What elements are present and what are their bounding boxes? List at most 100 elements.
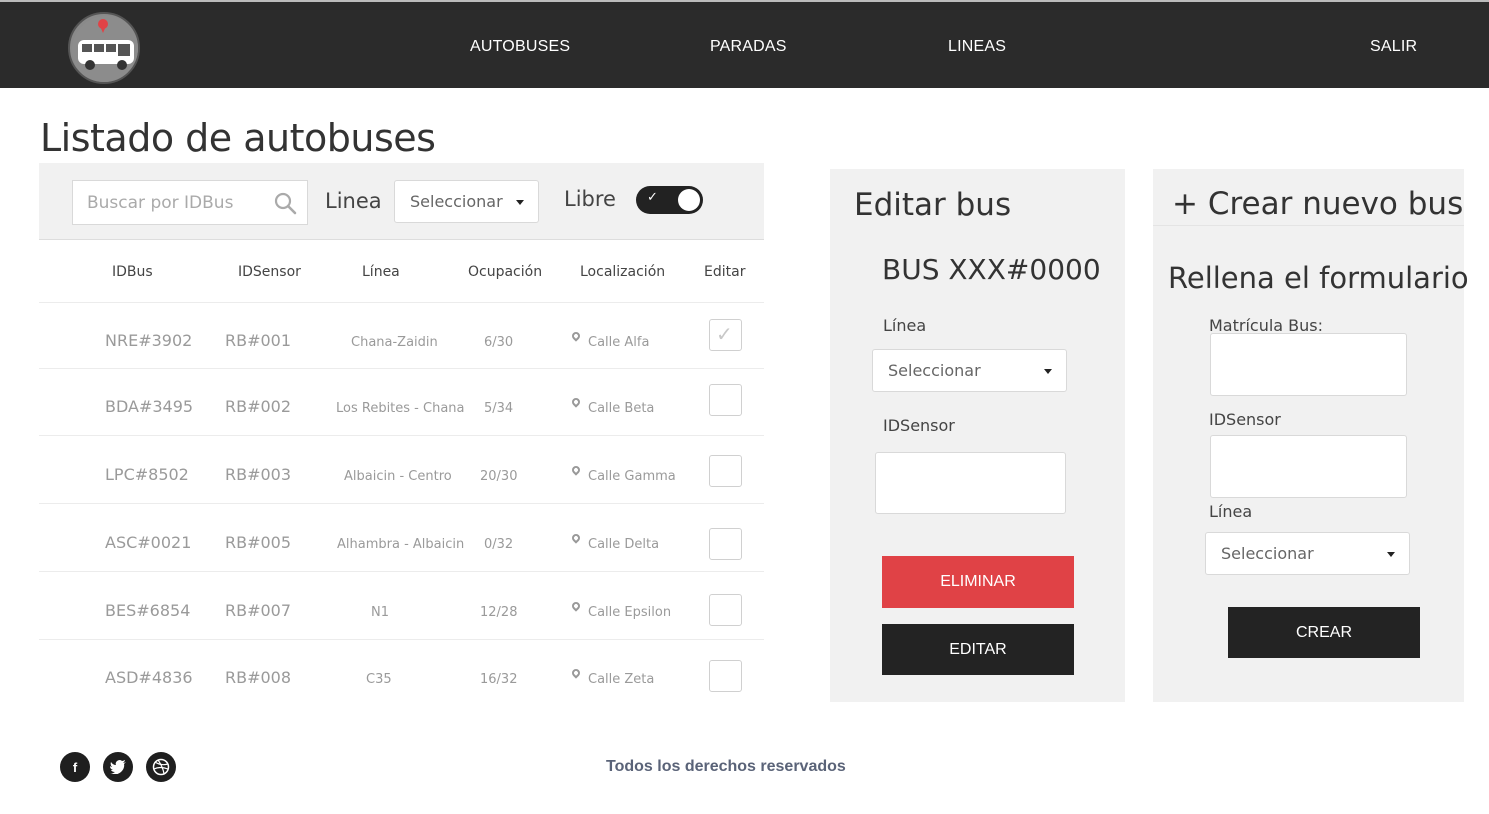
twitter-icon[interactable] — [103, 752, 133, 782]
nav-autobuses[interactable]: AUTOBUSES — [470, 38, 570, 56]
toggle-knob — [678, 189, 700, 211]
row-localizacion: Calle Gamma — [570, 464, 676, 484]
linea-filter-label: Linea — [325, 189, 382, 213]
table-row: ASD#4836 RB#008 C35 16/32 Calle Zeta — [39, 640, 764, 707]
row-localizacion: Calle Delta — [570, 532, 659, 552]
location-pin-icon — [570, 330, 582, 342]
create-linea-label: Línea — [1209, 502, 1253, 521]
row-idsensor: RB#007 — [225, 601, 292, 620]
row-ocupacion: 5/34 — [484, 401, 514, 416]
table-row: ASC#0021 RB#005 Alhambra - Albaicin 0/32… — [39, 505, 764, 572]
row-linea: C35 — [366, 672, 392, 687]
search-input[interactable] — [73, 181, 253, 224]
row-ocupacion: 12/28 — [480, 605, 518, 620]
top-navbar: AUTOBUSES PARADAS LINEAS SALIR — [0, 0, 1489, 88]
create-sensor-label: IDSensor — [1209, 410, 1281, 429]
edit-panel-title: Editar bus — [854, 187, 1012, 223]
matricula-input[interactable] — [1210, 333, 1407, 396]
col-ocupacion: Ocupación — [468, 264, 543, 280]
row-ocupacion: 6/30 — [484, 335, 514, 350]
edit-sensor-input[interactable] — [875, 452, 1066, 514]
linea-filter-select[interactable]: Seleccionar — [394, 180, 539, 223]
location-pin-icon — [570, 464, 582, 476]
edit-bus-panel: Editar bus BUS XXX#0000 Línea Selecciona… — [830, 169, 1125, 702]
row-ocupacion: 20/30 — [480, 469, 518, 484]
edit-button[interactable]: EDITAR — [882, 624, 1074, 675]
table-row: LPC#8502 RB#003 Albaicin - Centro 20/30 … — [39, 437, 764, 504]
row-ocupacion: 0/32 — [484, 537, 514, 552]
create-bus-panel: + Crear nuevo bus Rellena el formulario … — [1153, 169, 1469, 702]
search-icon[interactable] — [273, 191, 297, 215]
edit-linea-label: Línea — [883, 316, 927, 335]
edit-linea-value: Seleccionar — [888, 361, 981, 380]
table-row: BES#6854 RB#007 N1 12/28 Calle Epsilon — [39, 573, 764, 640]
row-idsensor: RB#003 — [225, 465, 292, 484]
chevron-down-icon — [516, 199, 524, 205]
row-idsensor: RB#002 — [225, 397, 292, 416]
row-idsensor: RB#005 — [225, 533, 292, 552]
edit-linea-select[interactable]: Seleccionar — [872, 349, 1067, 392]
row-localizacion: Calle Alfa — [570, 330, 649, 350]
row-idbus: ASD#4836 — [105, 668, 193, 687]
check-icon: ✓ — [647, 190, 658, 205]
row-linea: Chana-Zaidin — [351, 335, 438, 350]
location-pin-icon — [570, 667, 582, 679]
col-idbus: IDBus — [112, 264, 153, 280]
create-button[interactable]: CREAR — [1228, 607, 1420, 658]
row-linea: Los Rebites - Chana — [336, 401, 465, 416]
row-linea: Albaicin - Centro — [344, 469, 452, 484]
row-localizacion: Calle Beta — [570, 396, 654, 416]
col-idsensor: IDSensor — [238, 264, 301, 280]
chevron-down-icon — [1387, 551, 1395, 557]
row-idbus: ASC#0021 — [105, 533, 192, 552]
linea-filter-value: Seleccionar — [410, 192, 503, 211]
create-linea-select[interactable]: Seleccionar — [1205, 532, 1410, 575]
edit-sensor-label: IDSensor — [883, 416, 955, 435]
check-icon: ✓ — [716, 322, 733, 346]
nav-salir[interactable]: SALIR — [1370, 38, 1417, 56]
bus-id: BUS XXX#0000 — [882, 253, 1101, 286]
location-pin-icon — [570, 532, 582, 544]
row-idbus: LPC#8502 — [105, 465, 189, 484]
row-idsensor: RB#001 — [225, 331, 292, 350]
row-ocupacion: 16/32 — [480, 672, 518, 687]
nav-paradas[interactable]: PARADAS — [710, 38, 787, 56]
edit-checkbox[interactable] — [709, 384, 742, 416]
row-idsensor: RB#008 — [225, 668, 292, 687]
row-idbus: NRE#3902 — [105, 331, 193, 350]
location-pin-icon — [570, 396, 582, 408]
location-pin-icon — [570, 600, 582, 612]
col-linea: Línea — [362, 264, 400, 280]
row-idbus: BDA#3495 — [105, 397, 194, 416]
libre-label: Libre — [564, 187, 616, 211]
edit-checkbox[interactable] — [709, 455, 742, 487]
row-localizacion: Calle Epsilon — [570, 600, 671, 620]
dribbble-icon[interactable] — [146, 752, 176, 782]
edit-checkbox[interactable] — [709, 660, 742, 692]
bus-logo-icon[interactable] — [68, 12, 140, 84]
page-title: Listado de autobuses — [40, 116, 436, 160]
col-editar: Editar — [704, 264, 746, 280]
table-row: NRE#3902 RB#001 Chana-Zaidin 6/30 Calle … — [39, 302, 764, 369]
col-localizacion: Localización — [580, 264, 666, 280]
filter-bar: Linea Seleccionar Libre ✓ — [39, 163, 764, 240]
create-panel-title: + Crear nuevo bus — [1172, 186, 1464, 222]
create-linea-value: Seleccionar — [1221, 544, 1314, 563]
delete-button[interactable]: ELIMINAR — [882, 556, 1074, 608]
row-idbus: BES#6854 — [105, 601, 191, 620]
edit-checkbox[interactable]: ✓ — [709, 319, 742, 351]
row-linea: N1 — [371, 605, 389, 620]
edit-checkbox[interactable] — [709, 528, 742, 560]
facebook-icon[interactable]: f — [60, 752, 90, 782]
edit-checkbox[interactable] — [709, 594, 742, 626]
chevron-down-icon — [1044, 368, 1052, 374]
row-localizacion: Calle Zeta — [570, 667, 654, 687]
libre-toggle[interactable]: ✓ — [636, 186, 703, 214]
create-panel-subtitle: Rellena el formulario — [1168, 261, 1469, 295]
nav-lineas[interactable]: LINEAS — [948, 38, 1006, 56]
search-box — [72, 180, 308, 225]
row-linea: Alhambra - Albaicin — [337, 537, 465, 552]
table-row: BDA#3495 RB#002 Los Rebites - Chana 5/34… — [39, 369, 764, 436]
create-sensor-input[interactable] — [1210, 435, 1407, 498]
copyright-text: Todos los derechos reservados — [606, 758, 846, 775]
